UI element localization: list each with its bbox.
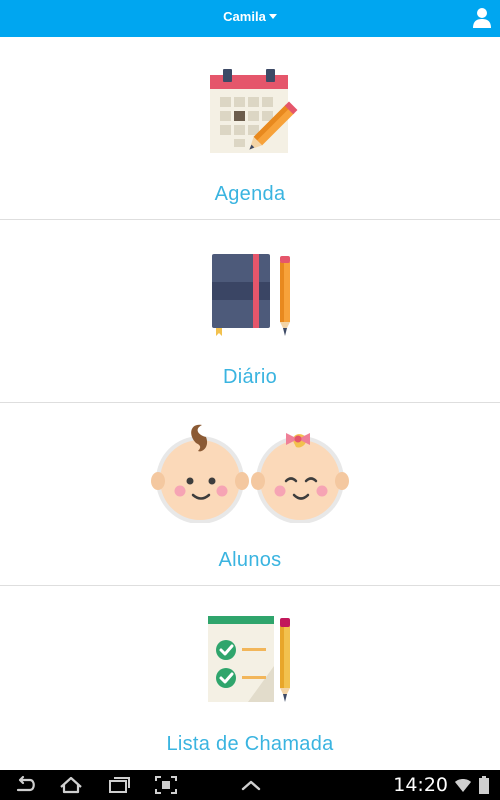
menu-item-agenda[interactable]: Agenda — [0, 37, 500, 220]
top-app-bar: Camila — [0, 0, 500, 37]
menu-item-alunos[interactable]: Alunos — [0, 403, 500, 586]
babies-icon — [150, 423, 350, 524]
home-icon[interactable] — [58, 774, 84, 800]
user-name: Camila — [223, 9, 266, 24]
user-switcher[interactable]: Camila — [0, 9, 500, 24]
menu-item-label: Alunos — [218, 549, 282, 571]
status-clock: 14:20 — [393, 774, 448, 796]
chevron-up-icon[interactable] — [238, 774, 264, 800]
menu-item-diario[interactable]: Diário — [0, 220, 500, 403]
wifi-icon — [454, 776, 472, 799]
notebook-pencil-icon — [150, 240, 350, 340]
system-navigation-bar: 14:20 — [0, 770, 500, 800]
menu-item-label: Diário — [222, 366, 278, 388]
menu-item-label: Lista de Chamada — [166, 733, 334, 755]
chevron-down-icon — [268, 14, 277, 19]
menu-item-lista-de-chamada[interactable]: Lista de Chamada — [0, 586, 500, 769]
battery-icon — [478, 776, 490, 799]
app-root: Camila Agenda Diário Alunos Lista de Cha… — [0, 0, 500, 800]
menu-item-label: Agenda — [214, 183, 286, 205]
user-profile-icon[interactable] — [472, 7, 492, 29]
screenshot-icon[interactable] — [153, 774, 179, 800]
attendance-list-icon — [150, 606, 350, 706]
main-menu: Agenda Diário Alunos Lista de Chamada — [0, 37, 500, 769]
calendar-edit-icon — [150, 57, 350, 157]
recent-apps-icon[interactable] — [106, 774, 132, 800]
back-icon[interactable] — [12, 774, 38, 800]
